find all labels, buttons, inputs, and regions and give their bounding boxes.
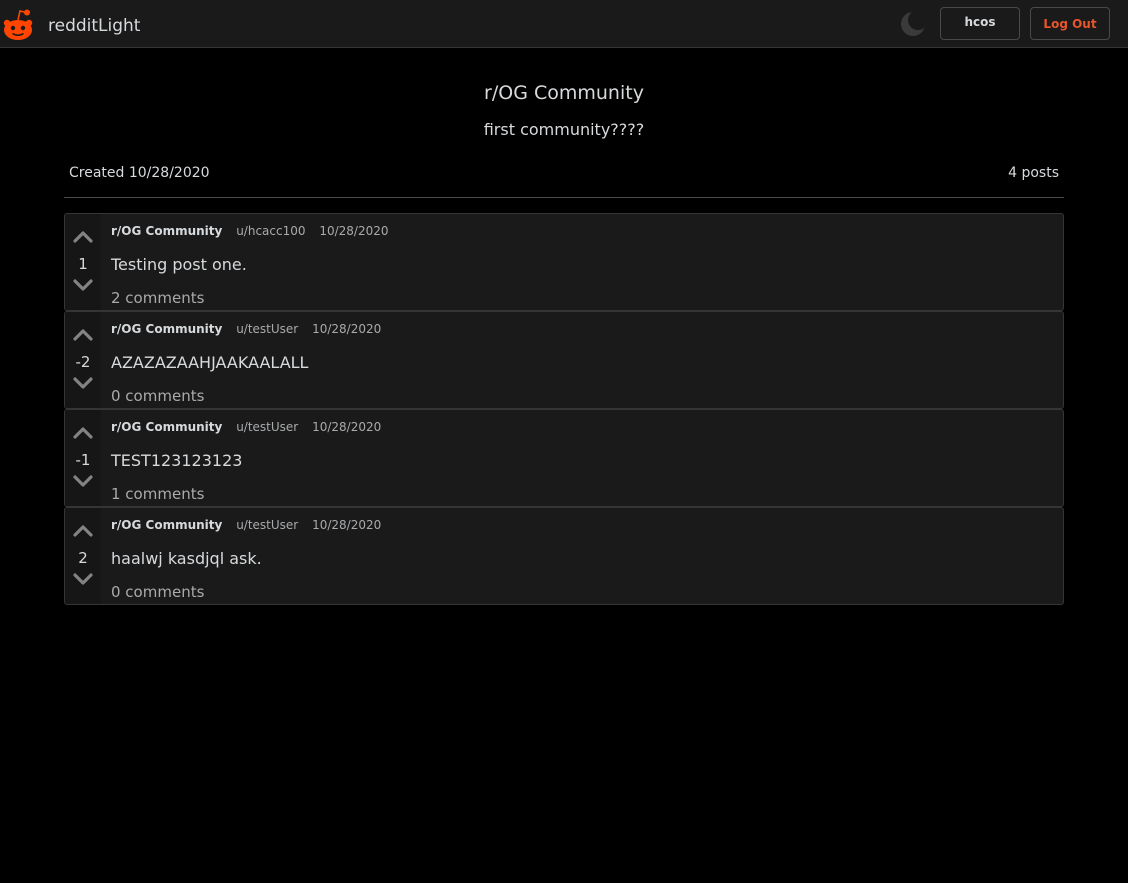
- community-description: first community????: [483, 120, 645, 139]
- post-meta: r/OG Community u/testUser 10/28/2020: [111, 420, 381, 434]
- brand-name[interactable]: redditLight: [48, 16, 140, 36]
- vote-column: -1: [65, 410, 101, 506]
- post-card[interactable]: 1 r/OG Community u/hcacc100 10/28/2020 T…: [64, 213, 1064, 311]
- post-community-link[interactable]: r/OG Community: [111, 518, 222, 532]
- chevron-down-icon[interactable]: [73, 377, 93, 391]
- chevron-up-icon[interactable]: [73, 425, 93, 439]
- chevron-up-icon[interactable]: [73, 229, 93, 243]
- post-community-link[interactable]: r/OG Community: [111, 322, 222, 336]
- post-meta: r/OG Community u/hcacc100 10/28/2020: [111, 224, 389, 238]
- post-title[interactable]: AZAZAZAAHJAAKAALALL: [111, 353, 308, 372]
- post-card[interactable]: -1 r/OG Community u/testUser 10/28/2020 …: [64, 409, 1064, 507]
- community-title: r/OG Community: [484, 82, 644, 104]
- post-score: 1: [78, 255, 88, 273]
- post-meta: r/OG Community u/testUser 10/28/2020: [111, 518, 381, 532]
- post-author-link[interactable]: u/testUser: [236, 420, 298, 434]
- logout-button[interactable]: Log Out: [1030, 7, 1110, 40]
- post-list: 1 r/OG Community u/hcacc100 10/28/2020 T…: [64, 213, 1064, 605]
- vote-column: -2: [65, 312, 101, 408]
- post-community-link[interactable]: r/OG Community: [111, 224, 222, 238]
- reddit-logo-icon[interactable]: [2, 8, 36, 42]
- post-card[interactable]: 2 r/OG Community u/testUser 10/28/2020 h…: [64, 507, 1064, 605]
- chevron-down-icon[interactable]: [73, 475, 93, 489]
- post-author-link[interactable]: u/testUser: [236, 518, 298, 532]
- chevron-down-icon[interactable]: [73, 573, 93, 587]
- post-date: 10/28/2020: [312, 518, 382, 532]
- post-score: -1: [75, 451, 91, 469]
- chevron-up-icon[interactable]: [73, 327, 93, 341]
- navbar: redditLight hcos Log Out: [0, 0, 1128, 48]
- created-date: Created 10/28/2020: [69, 165, 210, 181]
- post-score: -2: [75, 353, 91, 371]
- username-button[interactable]: hcos: [940, 7, 1020, 40]
- chevron-down-icon[interactable]: [73, 279, 93, 293]
- post-title[interactable]: Testing post one.: [111, 255, 247, 274]
- post-date: 10/28/2020: [312, 420, 382, 434]
- post-comments-link[interactable]: 1 comments: [111, 485, 204, 503]
- post-title[interactable]: TEST123123123: [111, 451, 242, 470]
- vote-column: 1: [65, 214, 101, 310]
- vote-column: 2: [65, 508, 101, 604]
- post-comments-link[interactable]: 0 comments: [111, 387, 204, 405]
- post-score: 2: [78, 549, 88, 567]
- moon-icon[interactable]: [898, 9, 928, 39]
- post-card[interactable]: -2 r/OG Community u/testUser 10/28/2020 …: [64, 311, 1064, 409]
- chevron-up-icon[interactable]: [73, 523, 93, 537]
- post-date: 10/28/2020: [319, 224, 389, 238]
- community-meta: Created 10/28/2020 4 posts: [64, 165, 1064, 198]
- post-author-link[interactable]: u/testUser: [236, 322, 298, 336]
- post-meta: r/OG Community u/testUser 10/28/2020: [111, 322, 381, 336]
- post-community-link[interactable]: r/OG Community: [111, 420, 222, 434]
- post-comments-link[interactable]: 2 comments: [111, 289, 204, 307]
- post-count: 4 posts: [1008, 165, 1059, 181]
- post-title[interactable]: haalwj kasdjql ask.: [111, 549, 262, 568]
- post-date: 10/28/2020: [312, 322, 382, 336]
- post-comments-link[interactable]: 0 comments: [111, 583, 204, 601]
- post-author-link[interactable]: u/hcacc100: [236, 224, 305, 238]
